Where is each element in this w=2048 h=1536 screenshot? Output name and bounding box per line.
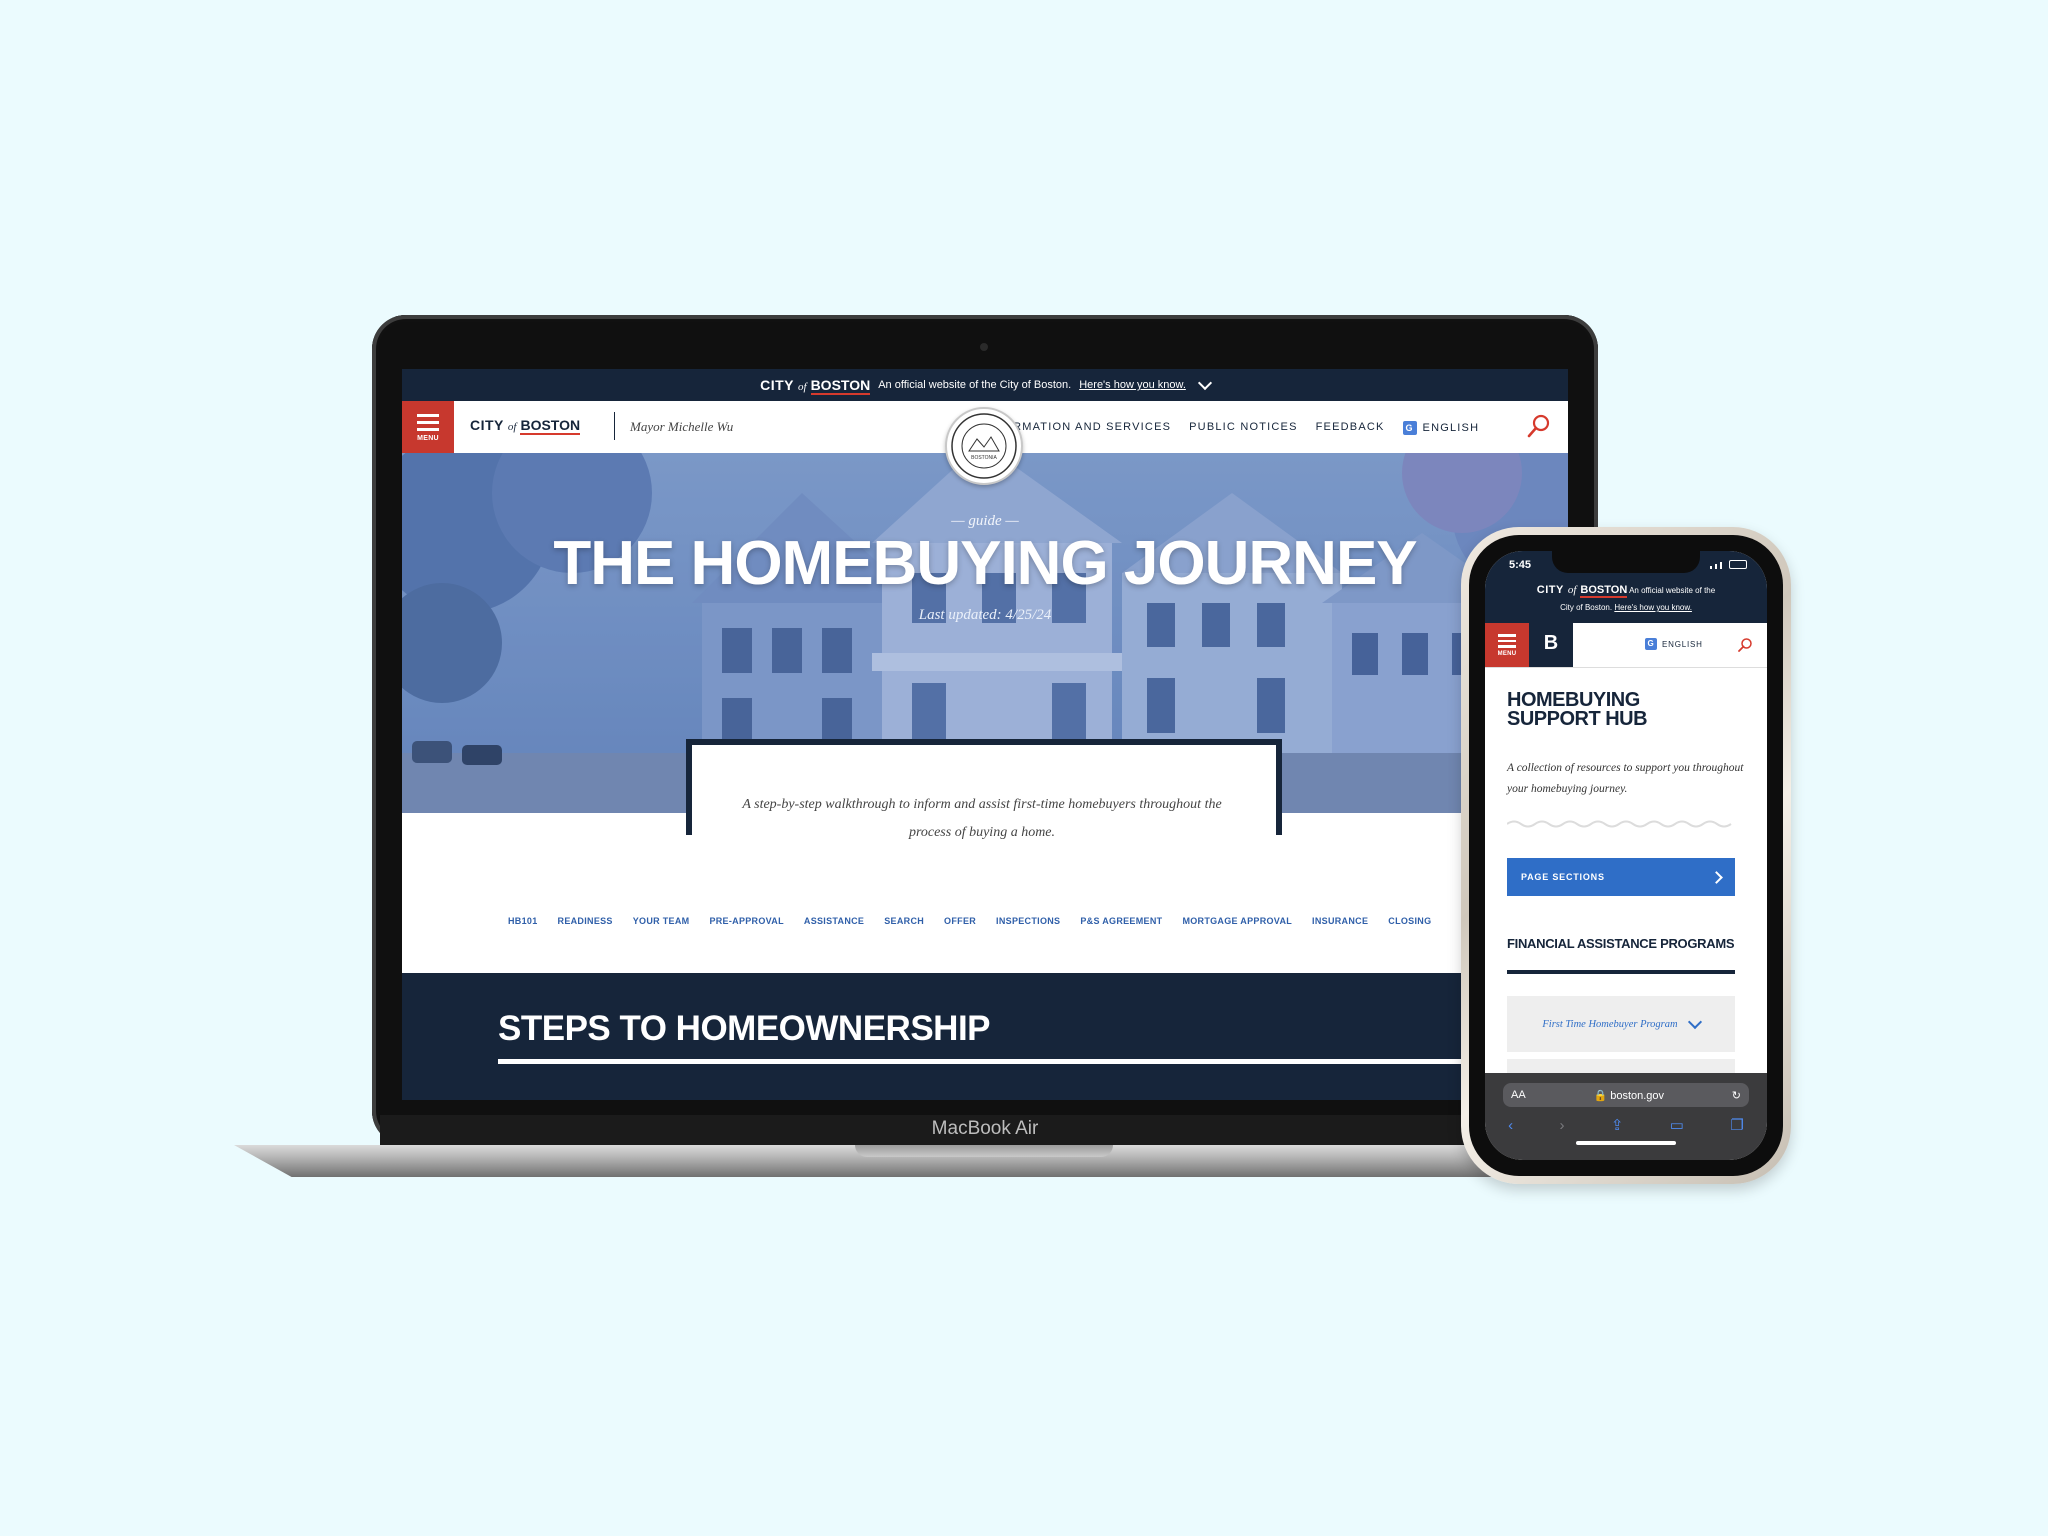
status-icons <box>1710 560 1747 569</box>
brand-mini: CITY of BOSTON <box>760 377 871 395</box>
chevron-down-icon <box>1687 1014 1702 1030</box>
signal-bar <box>1720 562 1722 569</box>
tab-hb101[interactable]: HB101 <box>508 916 538 926</box>
signal-bar <box>1715 564 1717 569</box>
phone-notch <box>1552 551 1700 573</box>
hamburger-icon <box>1498 634 1516 637</box>
tab-mortgage-approval[interactable]: MORTGAGE APPROVAL <box>1182 916 1292 926</box>
svg-text:BOSTONIA: BOSTONIA <box>971 455 997 461</box>
page-sections-button[interactable]: PAGE SECTIONS <box>1507 858 1735 896</box>
reader-text-size-button[interactable]: AA <box>1511 1089 1526 1101</box>
official-text: An official website of the City of Bosto… <box>878 379 1072 391</box>
lock-icon: 🔒 <box>1593 1089 1608 1102</box>
bookmarks-icon[interactable]: ▭ <box>1670 1116 1684 1134</box>
hamburger-bar <box>1498 645 1516 648</box>
url-bar[interactable]: AA 🔒 boston.gov ↻ <box>1503 1083 1749 1107</box>
translate-icon: G <box>1402 421 1417 435</box>
seal-icon: BOSTONIA <box>951 413 1017 479</box>
tab-readiness[interactable]: READINESS <box>558 916 613 926</box>
phone-official-text2: City of Boston. <box>1560 603 1613 612</box>
page-sections-label: PAGE SECTIONS <box>1521 872 1605 882</box>
tab-your-team[interactable]: YOUR TEAM <box>633 916 690 926</box>
language-label: ENGLISH <box>1422 422 1480 434</box>
city-seal-logo[interactable]: BOSTONIA <box>945 407 1023 485</box>
steps-underline <box>498 1059 1568 1064</box>
phone-official-banner: CITY of BOSTON An official website of the … <box>1536 584 1716 612</box>
translate-icon: G <box>1645 638 1657 650</box>
tab-search[interactable]: SEARCH <box>884 916 924 926</box>
language-selector[interactable]: G ENGLISH <box>1402 421 1480 435</box>
accordion-label: First Time Homebuyer Program <box>1542 1018 1678 1030</box>
wave-divider <box>1507 820 1732 828</box>
last-updated: Last updated: 4/25/24 <box>918 607 1052 623</box>
hamburger-bar <box>1498 639 1516 643</box>
financial-assistance-rule <box>1507 970 1735 974</box>
section-tabs: HB101 READINESS YOUR TEAM PRE-APPROVAL A… <box>508 916 1431 926</box>
hub-subtitle: A collection of resources to support you… <box>1507 762 1744 795</box>
reload-icon[interactable]: ↻ <box>1732 1089 1741 1102</box>
hub-title: HOMEBUYING SUPPORT HUB <box>1507 689 1648 730</box>
chevron-down-icon[interactable] <box>1197 375 1212 391</box>
laptop-notch <box>855 1145 1113 1157</box>
tab-assistance[interactable]: ASSISTANCE <box>804 916 864 926</box>
intro-text: A step-by-step walkthrough to inform and… <box>742 797 1222 840</box>
laptop-model-label: MacBook Air <box>931 1118 1039 1139</box>
url-text: 🔒 boston.gov <box>1593 1089 1664 1102</box>
phone-header: MENU B G ENGLISH <box>1485 623 1767 668</box>
signal-icon <box>1710 566 1712 569</box>
tab-pre-approval[interactable]: PRE-APPROVAL <box>709 916 783 926</box>
hamburger-bar <box>417 428 439 431</box>
accordion-first-time-homebuyer[interactable]: First Time Homebuyer Program <box>1507 996 1735 1052</box>
city-of-boston-logo[interactable]: CITY of BOSTON <box>470 417 581 435</box>
browser-toolbar: ‹ › ⇪ ▭ ❐ <box>1485 1114 1767 1136</box>
menu-button[interactable]: MENU <box>402 401 454 453</box>
menu-label: MENU <box>417 435 439 442</box>
forward-icon[interactable]: › <box>1560 1117 1565 1134</box>
share-icon[interactable]: ⇪ <box>1611 1116 1624 1134</box>
nav-feedback[interactable]: FEEDBACK <box>1316 421 1385 435</box>
phone-language-selector[interactable]: G ENGLISH <box>1645 638 1703 650</box>
phone-menu-label: MENU <box>1497 651 1517 658</box>
tab-ps-agreement[interactable]: P&S AGREEMENT <box>1080 916 1162 926</box>
header-nav: INFORMATION AND SERVICES PUBLIC NOTICES … <box>982 421 1479 435</box>
laptop-screen: CITY of BOSTON An official website of the … <box>402 369 1568 1100</box>
home-indicator <box>1576 1141 1676 1145</box>
nav-public-notices[interactable]: PUBLIC NOTICES <box>1189 421 1298 435</box>
phone-official-text: An official website of the <box>1629 586 1716 595</box>
financial-assistance-title: FINANCIAL ASSISTANCE PROGRAMS <box>1507 936 1735 951</box>
official-banner: CITY of BOSTON An official website of the … <box>402 369 1568 401</box>
tab-inspections[interactable]: INSPECTIONS <box>996 916 1060 926</box>
page-title: THE HOMEBUYING JOURNEY <box>553 529 1417 598</box>
phone-how-you-know-link[interactable]: Here's how you know. <box>1614 603 1692 612</box>
hamburger-bar <box>417 421 439 424</box>
chevron-right-icon <box>1710 870 1723 884</box>
search-icon[interactable] <box>1737 637 1753 653</box>
hamburger-icon <box>417 414 439 417</box>
battery-icon <box>1729 560 1747 569</box>
search-icon[interactable] <box>1526 413 1552 439</box>
url-domain: boston.gov <box>1610 1089 1665 1102</box>
tab-offer[interactable]: OFFER <box>944 916 976 926</box>
status-time: 5:45 <box>1509 559 1532 571</box>
mayor-name: Mayor Michelle Wu <box>630 419 734 434</box>
logo-divider <box>614 412 615 440</box>
back-icon[interactable]: ‹ <box>1508 1117 1513 1134</box>
laptop-camera <box>980 343 988 351</box>
phone-language-label: ENGLISH <box>1662 639 1703 649</box>
boston-b-logo[interactable]: B <box>1529 623 1573 667</box>
tab-insurance[interactable]: INSURANCE <box>1312 916 1368 926</box>
steps-title: STEPS TO HOMEOWNERSHIP <box>498 1009 991 1048</box>
tab-closing[interactable]: CLOSING <box>1388 916 1431 926</box>
phone-menu-button[interactable]: MENU <box>1485 623 1529 667</box>
phone-screen: 5:45 CITY of BOSTON An official website of… <box>1485 551 1767 1160</box>
tabs-icon[interactable]: ❐ <box>1730 1116 1743 1134</box>
how-you-know-link[interactable]: Here's how you know. <box>1079 379 1186 391</box>
